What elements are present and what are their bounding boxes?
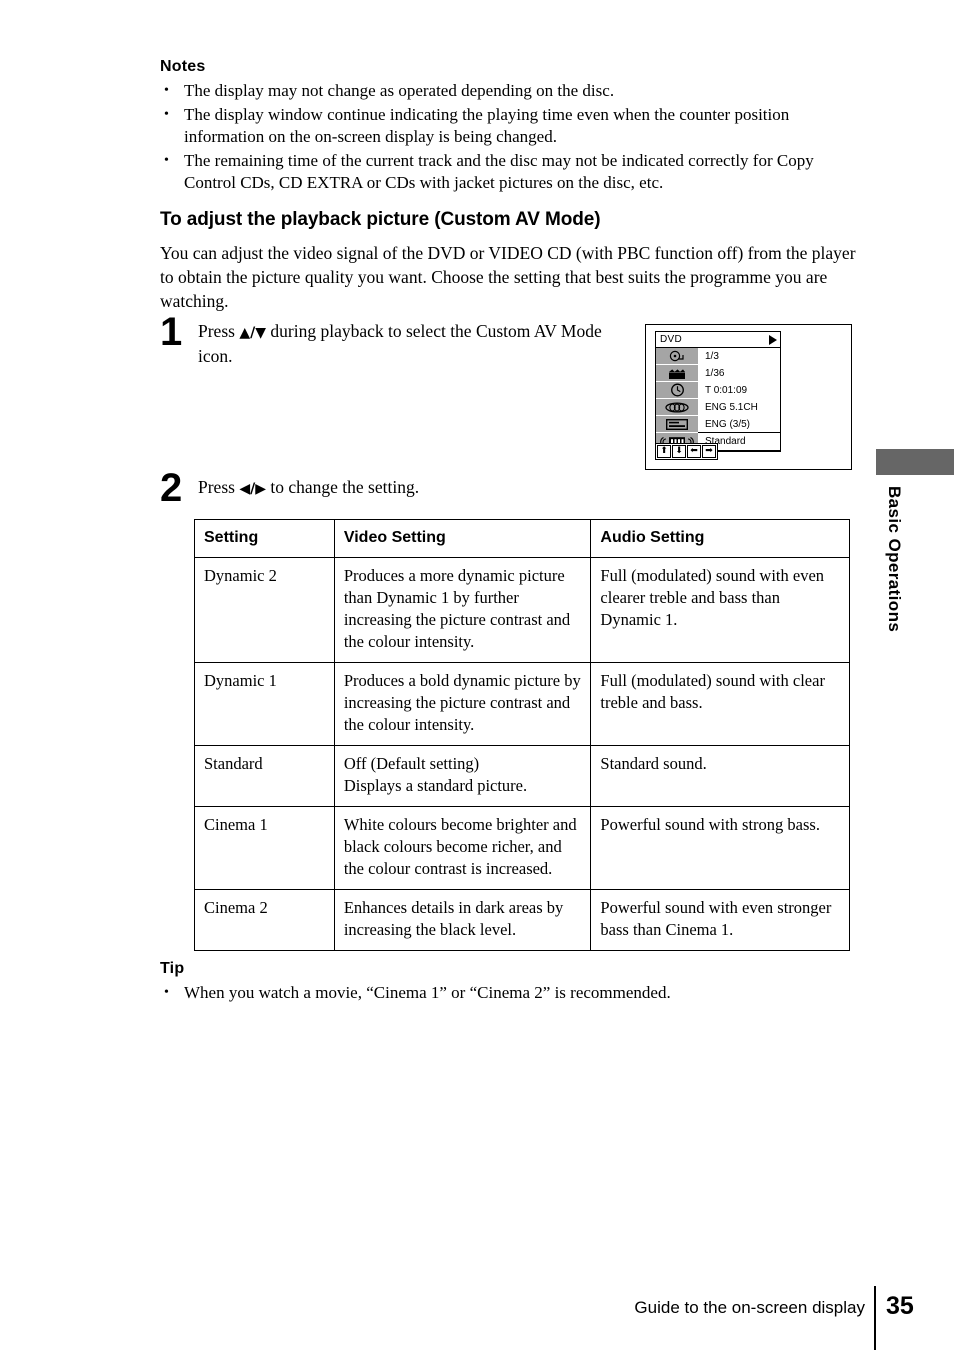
osd-row-value: ENG 5.1CH xyxy=(705,402,758,413)
cell-setting: Dynamic 2 xyxy=(194,557,335,663)
footer-caption: Guide to the on-screen display xyxy=(634,1298,865,1317)
section-intro: You can adjust the video signal of the D… xyxy=(160,243,856,311)
cell-setting: Dynamic 1 xyxy=(194,662,335,746)
page-number: 35 xyxy=(886,1292,914,1320)
arrow-right-icon[interactable]: ➡ xyxy=(702,445,716,458)
section-heading: To adjust the playback picture (Custom A… xyxy=(160,209,601,230)
osd-panel: DVD 1/3 1/36 T 0:01:09 ENG 5.1CH ENG (3/… xyxy=(655,331,781,452)
chapter-tab-label: Basic Operations xyxy=(885,486,904,633)
cell-audio: Standard sound. xyxy=(590,745,850,807)
notes-section: Notes • The display may not change as ope… xyxy=(160,58,860,196)
cell-audio: Full (modulated) sound with even clearer… xyxy=(590,557,850,663)
tip-text: When you watch a movie, “Cinema 1” or “C… xyxy=(184,983,671,1002)
table-row: Cinema 2 Enhances details in dark areas … xyxy=(194,889,850,951)
step-1: 1 Press ▲/▼ during playback to select th… xyxy=(160,312,640,368)
bullet-icon: • xyxy=(164,152,169,168)
notes-heading: Notes xyxy=(160,58,206,75)
list-item: • When you watch a movie, “Cinema 1” or “… xyxy=(160,982,860,1005)
step-number: 1 xyxy=(160,310,183,354)
note-text: The display window continue indicating t… xyxy=(184,104,790,147)
tip-heading: Tip xyxy=(160,960,185,977)
cell-audio: Powerful sound with strong bass. xyxy=(590,806,850,890)
osd-disc-type-label: DVD xyxy=(660,334,683,345)
osd-row[interactable]: ENG (3/5) xyxy=(656,416,780,433)
cell-video: White colours become brighter and black … xyxy=(333,806,592,890)
step-text-before: Press xyxy=(198,321,240,341)
osd-row[interactable]: 1/3 xyxy=(656,348,780,365)
left-right-keys-icon: ◀/▶ xyxy=(239,481,267,497)
play-triangle-icon xyxy=(769,334,777,345)
table-row: Dynamic 1 Produces a bold dynamic pictur… xyxy=(194,662,850,746)
osd-row-value: 1/36 xyxy=(705,368,725,379)
cell-video: Produces a bold dynamic picture by incre… xyxy=(333,662,592,746)
table-row: Cinema 1 White colours become brighter a… xyxy=(194,806,850,890)
note-text: The display may not change as operated d… xyxy=(184,81,615,100)
column-header-setting: Setting xyxy=(194,519,335,558)
arrow-down-icon[interactable]: ⬇ xyxy=(672,445,686,458)
cell-setting: Cinema 2 xyxy=(194,889,335,951)
cell-setting: Cinema 1 xyxy=(194,806,335,890)
clock-icon xyxy=(656,382,698,399)
osd-row[interactable]: 1/36 xyxy=(656,365,780,382)
notes-list: • The display may not change as operated … xyxy=(160,80,860,195)
tip-list: • When you watch a movie, “Cinema 1” or “… xyxy=(160,982,860,1005)
bullet-icon: • xyxy=(164,83,169,98)
arrow-up-icon[interactable]: ⬆ xyxy=(657,445,671,458)
osd-row-value: 1/3 xyxy=(705,351,719,362)
cell-audio: Powerful sound with even stronger bass t… xyxy=(590,889,850,951)
osd-row-value: ENG (3/5) xyxy=(705,419,751,430)
table-row: Dynamic 2 Produces a more dynamic pictur… xyxy=(194,557,850,663)
osd-row[interactable]: T 0:01:09 xyxy=(656,382,780,399)
clapperboard-icon xyxy=(656,365,698,382)
step-text-after: to change the setting. xyxy=(266,477,420,497)
table-header-row: Setting Video Setting Audio Setting xyxy=(194,519,850,558)
step-instruction: Press ▲/▼ during playback to select the … xyxy=(198,320,640,368)
footer-divider xyxy=(874,1286,876,1350)
step-number: 2 xyxy=(160,466,183,510)
step-2: 2 Press ◀/▶ to change the setting. xyxy=(160,468,640,508)
step-text-before: Press xyxy=(198,477,240,497)
audio-track-icon xyxy=(656,399,698,416)
column-header-video-setting: Video Setting xyxy=(333,519,592,558)
manual-page: Notes • The display may not change as ope… xyxy=(0,0,954,1352)
cell-video: Off (Default setting) Displays a standar… xyxy=(333,745,592,807)
osd-row-value: T 0:01:09 xyxy=(705,385,748,396)
cell-video: Produces a more dynamic picture than Dyn… xyxy=(333,557,592,663)
up-down-keys-icon: ▲/▼ xyxy=(239,325,267,341)
bullet-icon: • xyxy=(164,985,169,1000)
step-instruction: Press ◀/▶ to change the setting. xyxy=(198,476,640,501)
osd-arrow-button-group: ⬆ ⬇ ⬅ ➡ xyxy=(655,443,718,460)
cell-setting: Standard xyxy=(194,745,335,807)
osd-row[interactable]: ENG 5.1CH xyxy=(656,399,780,416)
arrow-left-icon[interactable]: ⬅ xyxy=(687,445,701,458)
subtitle-icon xyxy=(656,416,698,433)
bullet-icon: • xyxy=(164,106,169,122)
list-item: • The display may not change as operated … xyxy=(160,80,860,103)
tip-section: Tip • When you watch a movie, “Cinema 1” … xyxy=(160,960,860,1006)
osd-title-bar: DVD xyxy=(656,332,780,348)
cell-video: Enhances details in dark areas by increa… xyxy=(333,889,592,951)
table-row: Standard Off (Default setting) Displays … xyxy=(194,745,850,807)
av-mode-table: Setting Video Setting Audio Setting Dyna… xyxy=(194,519,850,951)
title-disc-icon xyxy=(656,348,698,365)
column-header-audio-setting: Audio Setting xyxy=(590,519,850,558)
note-text: The remaining time of the current track … xyxy=(184,150,814,193)
cell-audio: Full (modulated) sound with clear treble… xyxy=(590,662,850,746)
chapter-tab-marker xyxy=(876,449,954,475)
list-item: • The remaining time of the current track… xyxy=(160,150,860,195)
list-item: • The display window continue indicating … xyxy=(160,104,860,149)
osd-illustration: DVD 1/3 1/36 T 0:01:09 ENG 5.1CH ENG (3/… xyxy=(645,324,852,470)
